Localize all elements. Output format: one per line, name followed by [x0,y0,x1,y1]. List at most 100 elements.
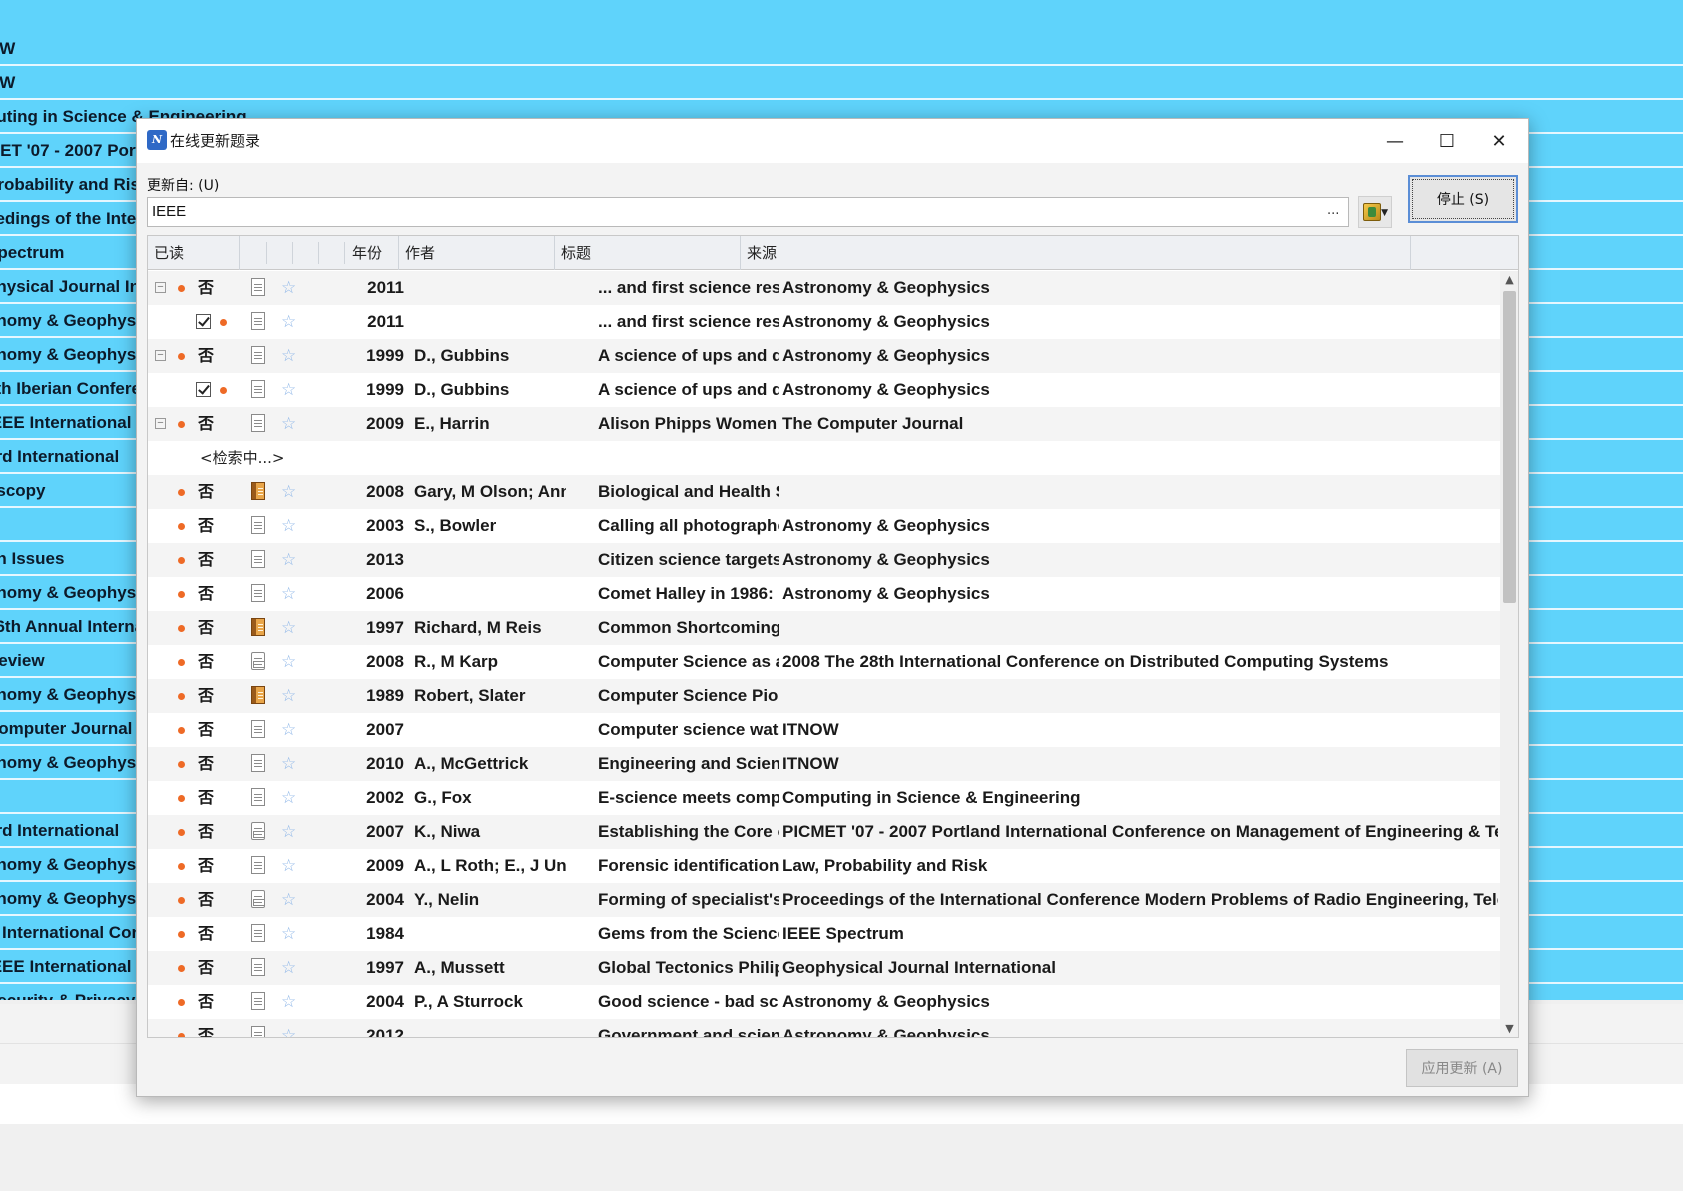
table-row[interactable]: 否 ☆ 1989 Robert, Slater Computer Science Pio… [148,679,1500,713]
cell-year: 1997 [366,958,404,977]
select-checkbox[interactable] [196,305,216,339]
cell-source: Computing in Science & Engineering [782,788,1081,807]
column-header-year[interactable]: 年份 [346,236,399,270]
star-icon[interactable]: ☆ [281,577,301,611]
collapse-toggle[interactable]: − [155,339,169,373]
cell-year: 1997 [366,618,404,637]
scroll-up-icon[interactable]: ▲ [1500,271,1518,289]
star-icon[interactable]: ☆ [281,407,301,441]
table-row[interactable]: 否 ☆ 2006 Comet Halley in 1986: s...Astronom… [148,577,1500,611]
column-header-author[interactable]: 作者 [399,236,555,270]
grid-scrollbar[interactable]: ▲ ▼ [1500,271,1518,1037]
star-icon[interactable]: ☆ [281,713,301,747]
star-icon[interactable]: ☆ [281,849,301,883]
star-icon[interactable]: ☆ [281,883,301,917]
table-row[interactable]: 否 ☆ 2007 Computer science watershedITNOW [148,713,1500,747]
table-row[interactable]: 否 ☆ 2009 A., L Roth; E., J Ungvarsky Forensi… [148,849,1500,883]
maximize-button[interactable]: ☐ [1421,119,1473,163]
table-row[interactable]: − 否 ☆ 2009 E., Harrin Alison Phipps Women in … [148,407,1500,441]
cell-source: IEEE Spectrum [782,924,904,943]
background-list-row: OW [0,32,1683,66]
select-checkbox[interactable] [196,373,216,407]
cell-title: Citizen science targets variable [598,550,779,569]
read-status: 否 [198,788,215,807]
column-header-read[interactable]: 已读 [148,236,240,270]
table-row[interactable]: 否 ☆ 2004 P., A Sturrock Good science - bad s… [148,985,1500,1019]
table-row[interactable]: 否 ☆ 2002 G., Fox E-science meets compu...Com… [148,781,1500,815]
collapse-toggle[interactable]: − [155,407,169,441]
unread-dot-icon [178,407,190,441]
star-icon[interactable]: ☆ [281,475,301,509]
star-icon[interactable]: ☆ [281,271,301,305]
table-row[interactable]: 否 ☆ 2003 S., Bowler Calling all photographer… [148,509,1500,543]
dot-mark [220,387,227,395]
cell-year: 2007 [366,822,404,841]
star-icon[interactable]: ☆ [281,917,301,951]
collapse-icon: − [155,418,166,430]
browse-source-button[interactable]: ... [1327,203,1339,218]
dot-mark [178,897,185,905]
cell-author [414,713,566,747]
star-icon[interactable]: ☆ [281,543,301,577]
scroll-thumb[interactable] [1503,291,1516,603]
table-row[interactable]: 否 ☆ 2004 Y., Nelin Forming of specialist's s… [148,883,1500,917]
star-icon[interactable]: ☆ [281,747,301,781]
table-row[interactable]: 否 ☆ 1997 Richard, M Reis Common Shortcomings… [148,611,1500,645]
reference-type-cell [251,373,271,407]
star-icon[interactable]: ☆ [281,951,301,985]
cell-title: Computer science watershed [598,720,779,739]
unread-dot-icon [178,611,190,645]
table-row[interactable]: 否 ☆ 2013 Citizen science targets variableAs… [148,543,1500,577]
column-header-title[interactable]: 标题 [555,236,741,270]
searching-row[interactable]: <检索中...> [148,441,1500,475]
unread-dot-icon [178,339,190,373]
star-icon[interactable]: ☆ [281,679,301,713]
cell-title: Forensic identification and [598,856,779,875]
dot-mark [178,863,185,871]
star-icon[interactable]: ☆ [281,1019,301,1037]
star-icon[interactable]: ☆ [281,611,301,645]
close-button[interactable]: ✕ [1473,119,1525,163]
cell-year: 2008 [366,652,404,671]
star-icon[interactable]: ☆ [281,645,301,679]
background-row-text: Security & Privacy [0,984,135,1000]
star-icon[interactable]: ☆ [281,781,301,815]
table-row[interactable]: 否 ☆ 1997 A., Mussett Global Tectonics Philip… [148,951,1500,985]
source-picker-button[interactable]: ▼ [1358,196,1392,228]
unread-dot-icon [178,1019,190,1037]
table-row[interactable]: 否 ☆ 2007 K., Niwa Establishing the Core of PI… [148,815,1500,849]
cell-source: Astronomy & Geophysics [782,312,990,331]
table-row[interactable]: ☆ 2011 ... and first science resultsAstron… [148,305,1500,339]
table-row[interactable]: 否 ☆ 2008 R., M Karp Computer Science as a ..… [148,645,1500,679]
table-row[interactable]: − 否 ☆ 1999 D., Gubbins A science of ups and d… [148,339,1500,373]
read-status: 否 [198,346,215,365]
star-icon[interactable]: ☆ [281,373,301,407]
star-icon[interactable]: ☆ [281,509,301,543]
table-row[interactable]: 否 ☆ 2010 A., McGettrick Engineering and Scie… [148,747,1500,781]
table-row[interactable]: − 否 ☆ 2011 ... and first science resultsAstr… [148,271,1500,305]
cell-year: 2012 [366,1026,404,1038]
star-icon[interactable]: ☆ [281,985,301,1019]
update-source-input[interactable]: IEEE [147,197,1349,227]
cell-title: ... and first science results [598,278,779,297]
table-row[interactable]: ☆ 1999 D., Gubbins A science of ups and dow… [148,373,1500,407]
journal-article-icon [251,924,265,943]
searching-status: <检索中...> [200,449,285,467]
collapse-toggle[interactable]: − [155,271,169,305]
star-icon[interactable]: ☆ [281,339,301,373]
star-icon[interactable]: ☆ [281,815,301,849]
table-row[interactable]: 否 ☆ 1984 Gems from the Science ...IEEE Spec… [148,917,1500,951]
table-row[interactable]: 否 ☆ 2008 Gary, M Olson; Ann, ... Biological … [148,475,1500,509]
column-header-source[interactable]: 来源 [741,236,1411,270]
table-row[interactable]: 否 ☆ 2012 Government and scienc...Astronomy … [148,1019,1500,1038]
journal-article-icon [251,414,265,433]
cell-year: 2013 [366,550,404,569]
star-icon[interactable]: ☆ [281,305,301,339]
stop-button[interactable]: 停止 (S) [1408,175,1518,223]
reference-type-cell [251,781,271,815]
apply-update-button[interactable]: 应用更新 (A) [1406,1049,1518,1087]
dialog-titlebar[interactable]: N 在线更新题录 — ☐ ✕ [137,119,1528,163]
minimize-button[interactable]: — [1369,119,1421,163]
scroll-down-icon[interactable]: ▼ [1500,1020,1518,1037]
cell-author: R., M Karp [414,652,499,671]
